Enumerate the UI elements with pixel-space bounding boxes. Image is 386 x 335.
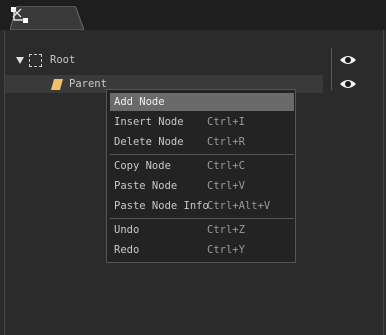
selection-box-icon — [29, 53, 42, 67]
menu-item-shortcut: Ctrl+Z — [207, 224, 245, 236]
tree-node-label: Parent — [69, 78, 107, 90]
menu-item-paste-node-info[interactable]: Paste Node Info Ctrl+Alt+V — [110, 197, 294, 215]
expand-arrow-icon[interactable] — [15, 55, 25, 65]
tab-bar — [0, 0, 386, 30]
menu-item-shortcut: Ctrl+Alt+V — [207, 200, 271, 212]
eye-icon[interactable] — [339, 54, 357, 66]
close-icon[interactable] — [10, 6, 24, 20]
menu-item-shortcut: Ctrl+V — [207, 180, 245, 192]
menu-item-label: Redo — [114, 244, 140, 256]
menu-item-add-node[interactable]: Add Node — [110, 93, 294, 111]
menu-item-delete-node[interactable]: Delete Node Ctrl+R — [110, 133, 294, 151]
menu-item-label: Paste Node — [114, 180, 178, 192]
menu-separator — [110, 218, 294, 219]
menu-item-label: Add Node — [114, 96, 165, 108]
eye-icon[interactable] — [339, 78, 357, 90]
menu-item-paste-node[interactable]: Paste Node Ctrl+V — [110, 177, 294, 195]
menu-item-copy-node[interactable]: Copy Node Ctrl+C — [110, 157, 294, 175]
tree-node-label: Root — [50, 54, 76, 66]
menu-item-shortcut: Ctrl+Y — [207, 244, 245, 256]
menu-item-label: Copy Node — [114, 160, 171, 172]
menu-separator — [110, 154, 294, 155]
folder-icon — [51, 78, 63, 90]
menu-item-shortcut: Ctrl+R — [207, 136, 245, 148]
tree-node-root[interactable]: Root — [15, 51, 75, 69]
menu-item-label: Delete Node — [114, 136, 184, 148]
menu-item-shortcut: Ctrl+I — [207, 116, 245, 128]
menu-item-label: Paste Node Info — [114, 200, 209, 212]
menu-item-shortcut: Ctrl+C — [207, 160, 245, 172]
menu-item-redo[interactable]: Redo Ctrl+Y — [110, 241, 294, 259]
scene-tab[interactable] — [10, 6, 84, 30]
menu-item-insert-node[interactable]: Insert Node Ctrl+I — [110, 113, 294, 131]
menu-item-label: Undo — [114, 224, 140, 236]
context-menu: Add Node Insert Node Ctrl+I Delete Node … — [106, 89, 296, 263]
menu-item-undo[interactable]: Undo Ctrl+Z — [110, 221, 294, 239]
menu-item-label: Insert Node — [114, 116, 184, 128]
column-divider — [331, 48, 332, 90]
